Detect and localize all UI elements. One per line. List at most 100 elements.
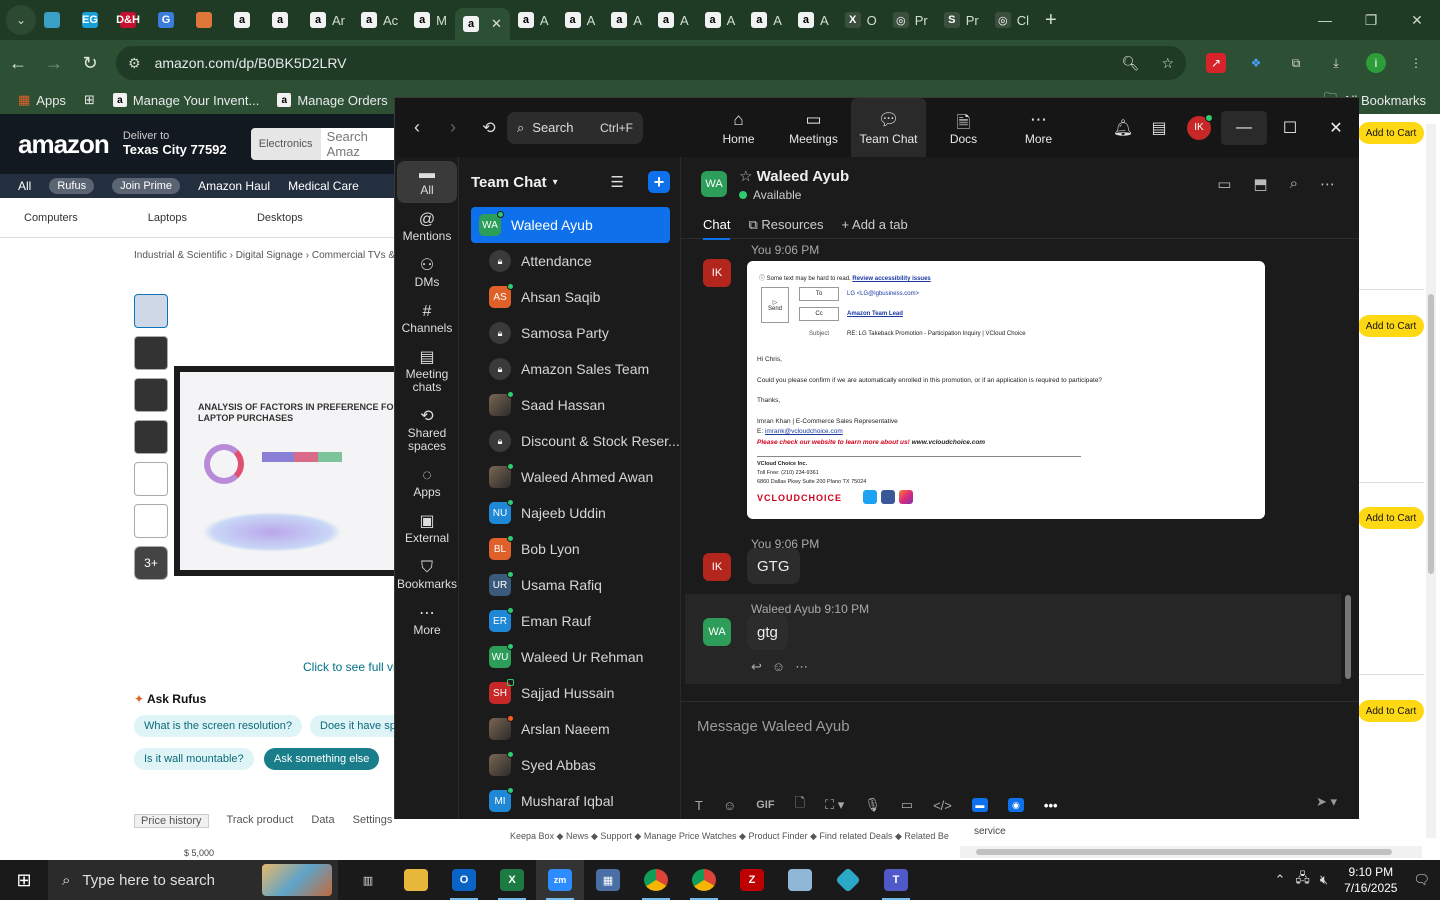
close-icon[interactable]: ✕ bbox=[1394, 0, 1440, 40]
rail-channels[interactable]: # Channels bbox=[397, 299, 457, 341]
tab-settings[interactable]: Settings bbox=[353, 814, 393, 828]
nav-all[interactable]: All bbox=[18, 179, 31, 193]
browser-tab[interactable] bbox=[36, 4, 74, 36]
search-icon[interactable]: ⌕ bbox=[1290, 175, 1298, 193]
browser-tab[interactable]: aA bbox=[790, 4, 837, 36]
emoji-icon[interactable]: ☺ bbox=[723, 798, 736, 813]
bookmark-grid[interactable]: ⊞ bbox=[84, 92, 95, 108]
more-icon[interactable]: ⋯ bbox=[1320, 175, 1335, 193]
calendar-gift-icon[interactable]: ▤ bbox=[1141, 118, 1177, 138]
back-icon[interactable]: ← bbox=[0, 53, 36, 74]
zoom-icon[interactable]: zm bbox=[536, 860, 584, 900]
thumbnail[interactable] bbox=[134, 420, 168, 454]
code-icon[interactable]: </> bbox=[933, 798, 952, 813]
rail-all[interactable]: ▬ All bbox=[397, 161, 457, 203]
restore-icon[interactable]: ❐ bbox=[1348, 0, 1394, 40]
browser-menu-icon[interactable]: ⋮ bbox=[1406, 53, 1426, 73]
chat-list-title[interactable]: Team Chat bbox=[471, 174, 547, 191]
reply-icon[interactable]: ↩ bbox=[751, 659, 762, 675]
amazon-search[interactable]: Electronics Search Amaz bbox=[250, 128, 401, 160]
add-to-cart-button[interactable]: Add to Cart bbox=[1358, 122, 1424, 144]
gif-icon[interactable]: GIF bbox=[756, 799, 774, 811]
scrollbar-thumb[interactable] bbox=[1345, 595, 1351, 679]
tab-home[interactable]: ⌂ Home bbox=[701, 98, 776, 157]
chat-list-item[interactable]: 🔒︎ Discount & Stock Reser... bbox=[469, 423, 680, 459]
browser-tab[interactable]: EG bbox=[74, 4, 112, 36]
app-icon[interactable]: ▬ bbox=[971, 798, 988, 812]
extensions-puzzle-icon[interactable]: ⧉ bbox=[1286, 53, 1306, 73]
chat-list-item[interactable]: NU Najeeb Uddin bbox=[469, 495, 670, 531]
sender-avatar[interactable]: WA bbox=[703, 618, 731, 646]
add-to-cart-button[interactable]: Add to Cart bbox=[1358, 315, 1424, 337]
thumbnail[interactable] bbox=[134, 378, 168, 412]
reload-icon[interactable]: ↻ bbox=[72, 53, 108, 74]
chat-list-item[interactable]: BL Bob Lyon bbox=[469, 531, 670, 567]
notification-icon[interactable]: 🗨︎ bbox=[1413, 872, 1430, 888]
subnav-laptops[interactable]: Laptops bbox=[148, 212, 187, 224]
message-composer[interactable]: Message Waleed Ayub T ☺ GIF 🗋 ⛶ ▾ 🎙︎ ▭ <… bbox=[681, 701, 1359, 819]
ask-something-else-button[interactable]: Ask something else bbox=[264, 748, 380, 770]
bell-icon[interactable]: 🔔︎ bbox=[1105, 118, 1141, 138]
amazon-search-input[interactable]: Search Amaz bbox=[320, 128, 401, 160]
add-to-cart-button[interactable]: Add to Cart bbox=[1358, 507, 1424, 529]
tab-data[interactable]: Data bbox=[311, 814, 334, 828]
rufus-question[interactable]: Does it have sp bbox=[310, 715, 406, 737]
sender-avatar[interactable]: IK bbox=[703, 259, 731, 287]
format-text-icon[interactable]: T bbox=[695, 798, 703, 813]
chat-list-item[interactable]: Arslan Naeem bbox=[469, 711, 670, 747]
thumbnail[interactable] bbox=[134, 336, 168, 370]
email-screenshot-attachment[interactable]: ⓘ Some text may be hard to read. Review … bbox=[747, 261, 1265, 519]
chat-list-item[interactable]: 🔒︎ Samosa Party bbox=[469, 315, 670, 351]
app-diamond-icon[interactable] bbox=[824, 860, 872, 900]
thumbnail-more[interactable]: 3+ bbox=[134, 546, 168, 580]
browser-tab[interactable]: a Ac bbox=[353, 4, 406, 36]
teams-icon[interactable]: T bbox=[872, 860, 920, 900]
tab-track-product[interactable]: Track product bbox=[227, 814, 294, 828]
scrollbar-thumb[interactable] bbox=[1428, 294, 1434, 574]
scrollbar-thumb[interactable] bbox=[976, 849, 1392, 855]
chat-list-item[interactable]: MI Musharaf Iqbal bbox=[469, 783, 670, 819]
file-explorer-icon[interactable] bbox=[392, 860, 440, 900]
zoom-close-icon[interactable]: ✕ bbox=[1313, 118, 1359, 138]
rail-external[interactable]: ▣ External bbox=[397, 509, 457, 551]
rufus-question[interactable]: What is the screen resolution? bbox=[134, 715, 302, 737]
filezilla-icon[interactable]: Z bbox=[728, 860, 776, 900]
click-full-view[interactable]: Click to see full vi bbox=[303, 660, 396, 674]
browser-tab[interactable]: a bbox=[264, 4, 302, 36]
bookmark-apps[interactable]: ▦ Apps bbox=[18, 92, 66, 108]
browser-tab[interactable]: aA bbox=[603, 4, 650, 36]
browser-tab[interactable]: aA bbox=[557, 4, 604, 36]
calculator-icon[interactable]: ▦ bbox=[584, 860, 632, 900]
browser-tab[interactable]: ◎ Pr bbox=[885, 4, 936, 36]
rail-mentions[interactable]: @ Mentions bbox=[397, 207, 457, 249]
add-to-cart-button[interactable]: Add to Cart bbox=[1358, 700, 1424, 722]
chrome-icon[interactable] bbox=[632, 860, 680, 900]
rail-shared-spaces[interactable]: ⟲ Shared spaces bbox=[397, 404, 457, 459]
video-message-icon[interactable]: ▭ bbox=[901, 797, 913, 813]
close-tab-icon[interactable]: ✕ bbox=[491, 16, 502, 32]
thumbnail[interactable] bbox=[134, 462, 168, 496]
subnav-computers[interactable]: Computers bbox=[24, 212, 78, 224]
share-screen-icon[interactable]: ⬒ bbox=[1253, 175, 1267, 193]
app-icon[interactable]: ◉ bbox=[1007, 798, 1024, 812]
thumbnail[interactable] bbox=[134, 294, 168, 328]
more-icon[interactable]: ⋯ bbox=[795, 659, 808, 675]
chat-list-item[interactable]: WA Waleed Ayub bbox=[471, 207, 670, 243]
zoom-maximize-icon[interactable]: ☐ bbox=[1267, 118, 1313, 138]
browser-tab[interactable]: XO bbox=[837, 4, 885, 36]
browser-tab[interactable]: ◎ Cl bbox=[987, 4, 1037, 36]
minimize-icon[interactable]: — bbox=[1302, 0, 1348, 40]
zoom-forward-icon[interactable]: › bbox=[435, 117, 471, 138]
zoom-icon[interactable]: 🔍︎ bbox=[1122, 55, 1140, 72]
clock[interactable]: 9:10 PM 7/16/2025 bbox=[1344, 864, 1397, 896]
message-bubble[interactable]: gtg bbox=[747, 614, 788, 650]
tab-team-chat[interactable]: 💬︎ Team Chat bbox=[851, 98, 926, 157]
chat-list-item[interactable]: ER Eman Rauf bbox=[469, 603, 670, 639]
task-view-icon[interactable]: ▥ bbox=[344, 860, 392, 900]
chat-list-item[interactable]: AS Ahsan Saqib bbox=[469, 279, 670, 315]
browser-tab[interactable]: G bbox=[150, 4, 188, 36]
send-button[interactable]: ➤ ▾ bbox=[1316, 794, 1337, 810]
horizontal-scrollbar[interactable] bbox=[960, 846, 1422, 858]
browser-tab[interactable]: a ✕ bbox=[455, 8, 510, 40]
chevron-down-icon[interactable]: ▾ bbox=[553, 177, 558, 188]
